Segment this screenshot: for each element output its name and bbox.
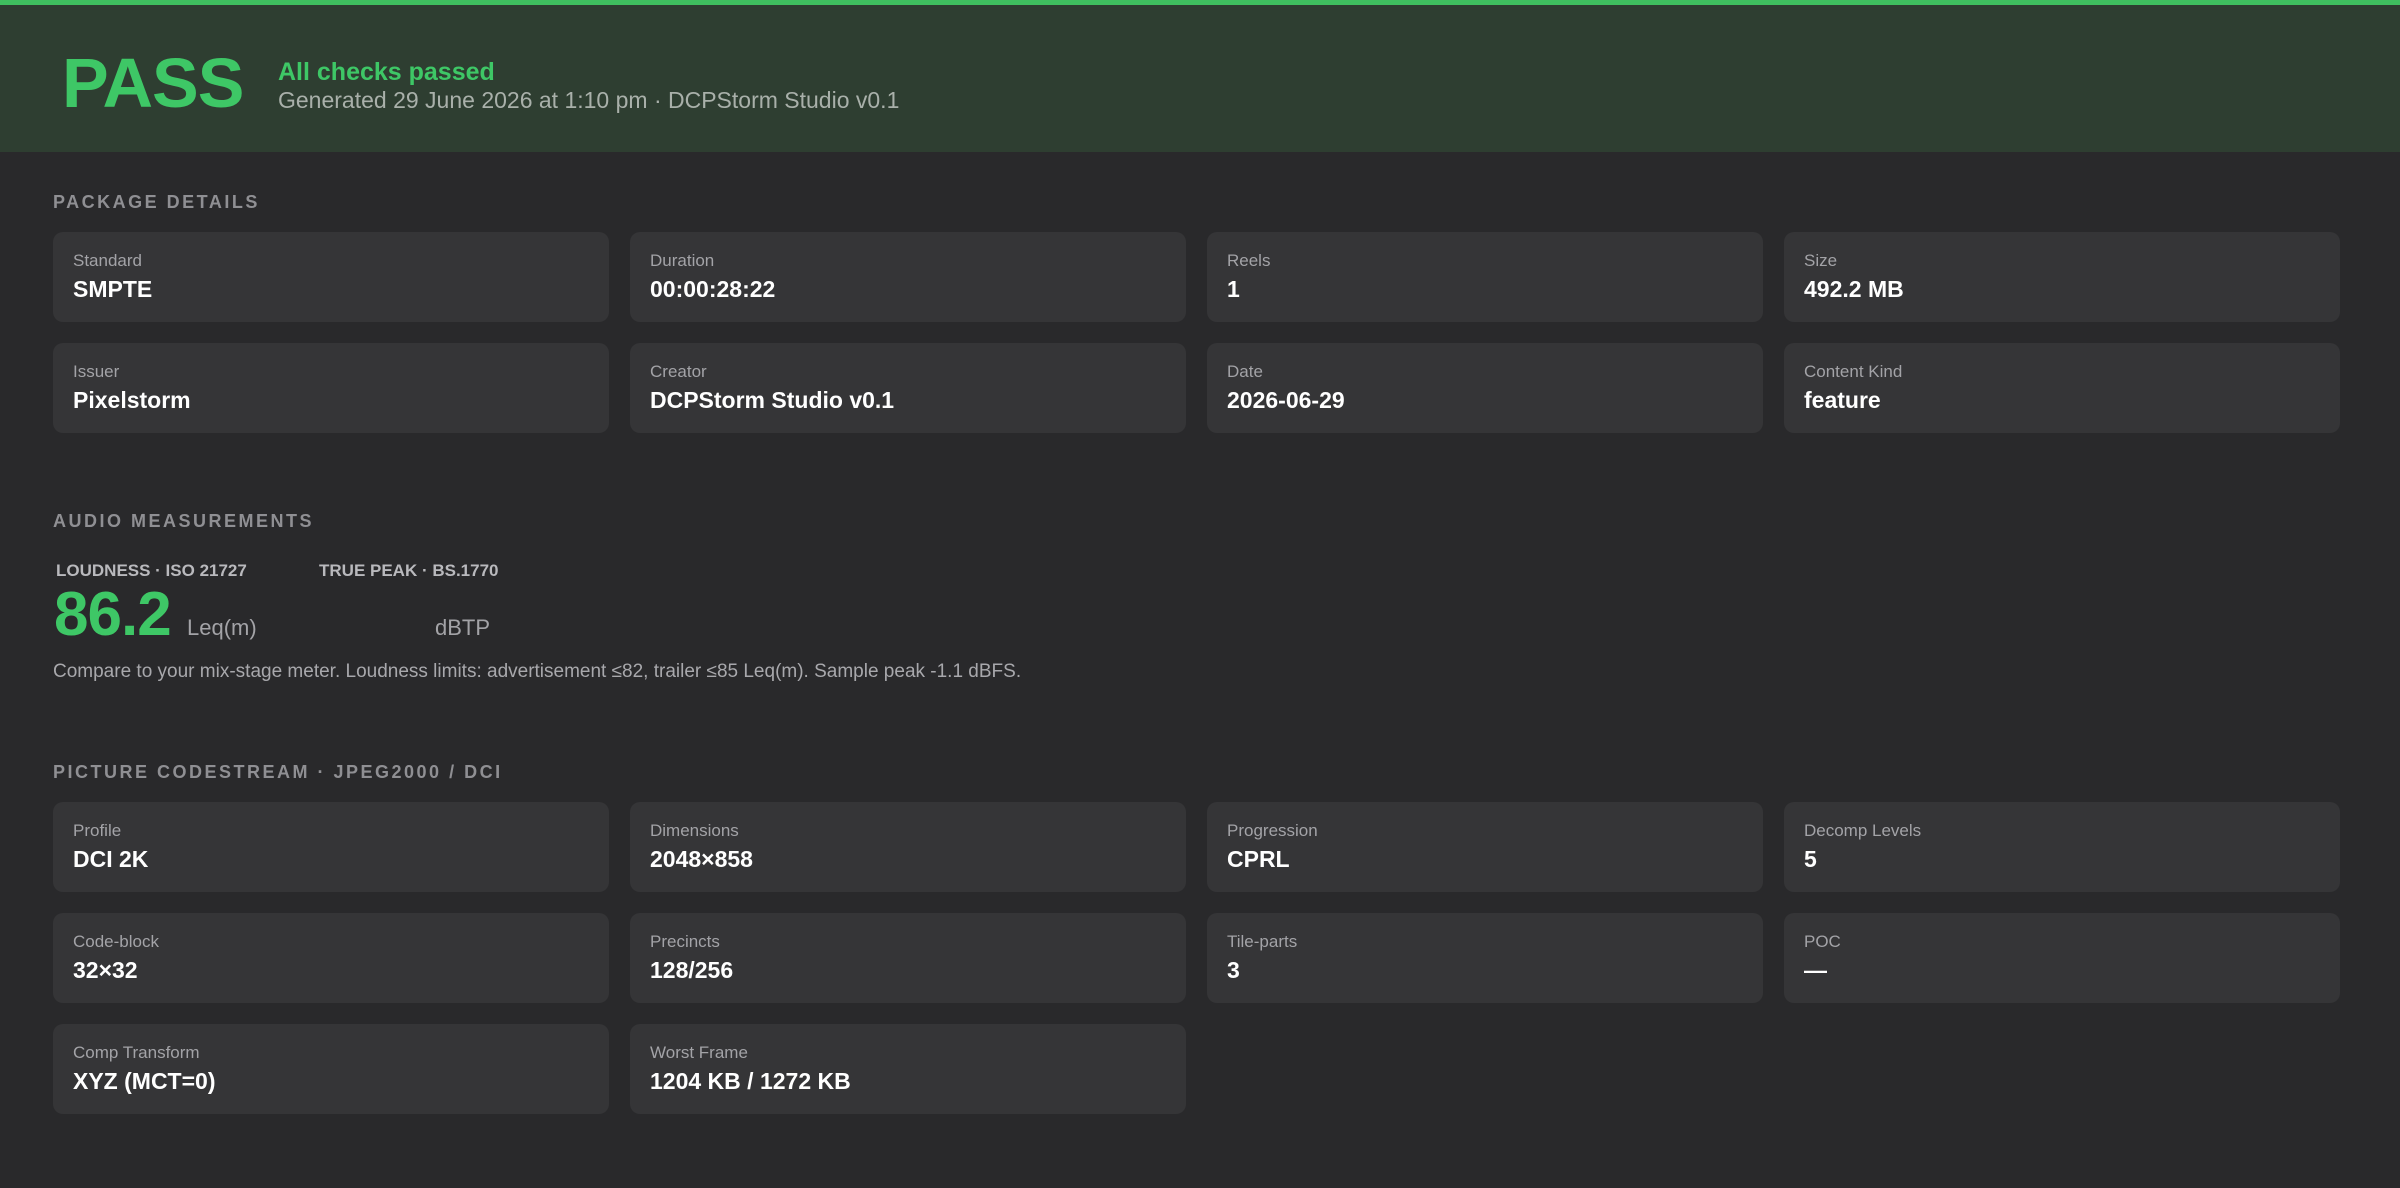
- detail-label: Dimensions: [650, 821, 739, 840]
- codestream-card-profile: Profile DCI 2K: [53, 802, 609, 892]
- detail-label: Content Kind: [1804, 362, 1903, 381]
- detail-value: 00:00:28:22: [650, 276, 776, 302]
- detail-label: Date: [1227, 362, 1263, 381]
- detail-label: Creator: [650, 362, 707, 381]
- loudness-label: LOUDNESS · ISO 21727: [56, 561, 247, 580]
- detail-value: 1204 KB / 1272 KB: [650, 1068, 851, 1094]
- detail-label: Reels: [1227, 251, 1271, 270]
- detail-value: SMPTE: [73, 276, 153, 302]
- codestream-card-poc: POC —: [1784, 913, 2340, 1003]
- detail-label: Issuer: [73, 362, 120, 381]
- detail-label: Code-block: [73, 932, 159, 951]
- codestream-card-decomp-levels: Decomp Levels 5: [1784, 802, 2340, 892]
- detail-value: 5: [1804, 846, 1817, 872]
- detail-value: 2026-06-29: [1227, 387, 1345, 413]
- picture-codestream-heading: PICTURE CODESTREAM · JPEG2000 / DCI: [53, 762, 503, 782]
- detail-card-issuer: Issuer Pixelstorm: [53, 343, 609, 433]
- codestream-card-dimensions: Dimensions 2048×858: [630, 802, 1186, 892]
- detail-value: feature: [1804, 387, 1881, 413]
- detail-card-date: Date 2026-06-29: [1207, 343, 1763, 433]
- detail-value: 2048×858: [650, 846, 753, 872]
- status-subtitle: Generated 29 June 2026 at 1:10 pm · DCPS…: [278, 87, 900, 113]
- loudness-unit: Leq(m): [187, 615, 257, 640]
- codestream-card-tile-parts: Tile-parts 3: [1207, 913, 1763, 1003]
- detail-label: Comp Transform: [73, 1043, 200, 1062]
- detail-value: DCI 2K: [73, 846, 149, 872]
- picture-codestream-grid: Profile DCI 2K Dimensions 2048×858 Progr…: [53, 802, 2340, 1114]
- detail-label: Standard: [73, 251, 142, 270]
- codestream-card-comp-transform: Comp Transform XYZ (MCT=0): [53, 1024, 609, 1114]
- detail-card-reels: Reels 1: [1207, 232, 1763, 322]
- detail-card-size: Size 492.2 MB: [1784, 232, 2340, 322]
- detail-value: CPRL: [1227, 846, 1290, 872]
- codestream-card-precincts: Precincts 128/256: [630, 913, 1186, 1003]
- detail-label: Size: [1804, 251, 1838, 270]
- detail-label: Profile: [73, 821, 122, 840]
- true-peak-unit: dBTP: [435, 615, 491, 640]
- audio-measurements-heading: AUDIO MEASUREMENTS: [53, 511, 315, 531]
- detail-value: Pixelstorm: [73, 387, 191, 413]
- codestream-card-worst-frame: Worst Frame 1204 KB / 1272 KB: [630, 1024, 1186, 1114]
- package-details-grid: Standard SMPTE Duration 00:00:28:22 Reel…: [53, 232, 2340, 433]
- detail-card-duration: Duration 00:00:28:22: [630, 232, 1186, 322]
- loudness-value: 86.2: [54, 580, 172, 649]
- detail-value: —: [1804, 957, 1827, 983]
- package-details-heading: PACKAGE DETAILS: [53, 192, 260, 212]
- detail-label: Decomp Levels: [1804, 821, 1922, 840]
- detail-value: XYZ (MCT=0): [73, 1068, 216, 1094]
- detail-label: Duration: [650, 251, 715, 270]
- detail-value: 128/256: [650, 957, 734, 983]
- detail-card-standard: Standard SMPTE: [53, 232, 609, 322]
- detail-label: Worst Frame: [650, 1043, 748, 1062]
- detail-value: 3: [1227, 957, 1240, 983]
- detail-label: Tile-parts: [1227, 932, 1298, 951]
- status-title: All checks passed: [278, 58, 495, 86]
- codestream-card-code-block: Code-block 32×32: [53, 913, 609, 1003]
- detail-label: Progression: [1227, 821, 1318, 840]
- detail-card-creator: Creator DCPStorm Studio v0.1: [630, 343, 1186, 433]
- detail-value: DCPStorm Studio v0.1: [650, 387, 895, 413]
- status-banner: PASS All checks passed Generated 29 June…: [0, 0, 2400, 152]
- codestream-card-progression: Progression CPRL: [1207, 802, 1763, 892]
- detail-card-content-kind: Content Kind feature: [1784, 343, 2340, 433]
- detail-label: POC: [1804, 932, 1841, 951]
- detail-value: 1: [1227, 276, 1240, 302]
- audio-note: Compare to your mix-stage meter. Loudnes…: [53, 661, 1022, 682]
- detail-value: 32×32: [73, 957, 138, 983]
- status-result: PASS: [62, 44, 244, 122]
- true-peak-label: TRUE PEAK · BS.1770: [319, 561, 499, 580]
- detail-value: 492.2 MB: [1804, 276, 1904, 302]
- detail-label: Precincts: [650, 932, 720, 951]
